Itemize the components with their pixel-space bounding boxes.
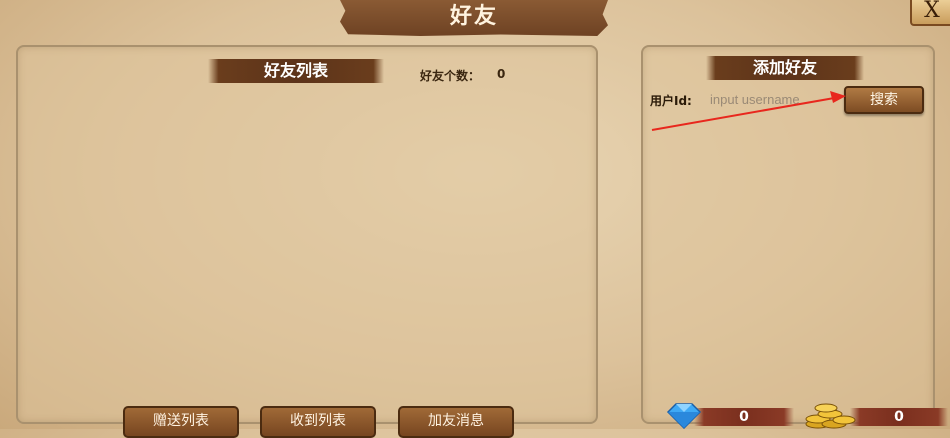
- gold-coins-icon: [805, 403, 856, 429]
- add-friend-header: 添加好友: [706, 56, 864, 80]
- gem-count: 0: [694, 408, 794, 426]
- search-button[interactable]: 搜索: [844, 86, 924, 114]
- friend-list-header: 好友列表: [208, 59, 384, 83]
- gem-icon: [666, 403, 702, 429]
- window-title: 好友: [449, 4, 498, 29]
- user-id-input[interactable]: [708, 88, 842, 110]
- friend-count-value: 0: [497, 67, 506, 81]
- tab-gift-list[interactable]: 赠送列表: [123, 406, 239, 438]
- close-button[interactable]: X: [910, 0, 950, 26]
- friend-count-label: 好友个数：: [420, 69, 481, 83]
- gold-count: 0: [850, 408, 948, 426]
- user-id-label: 用户Id:: [650, 94, 692, 108]
- friends-window: 好友 X 好友列表 好友个数： 0 添加好友 用户Id: 搜索 赠送列表 收到列…: [0, 0, 950, 438]
- tab-received-list[interactable]: 收到列表: [260, 406, 376, 438]
- tab-friend-requests[interactable]: 加友消息: [398, 406, 514, 438]
- friend-list-panel: [16, 45, 598, 424]
